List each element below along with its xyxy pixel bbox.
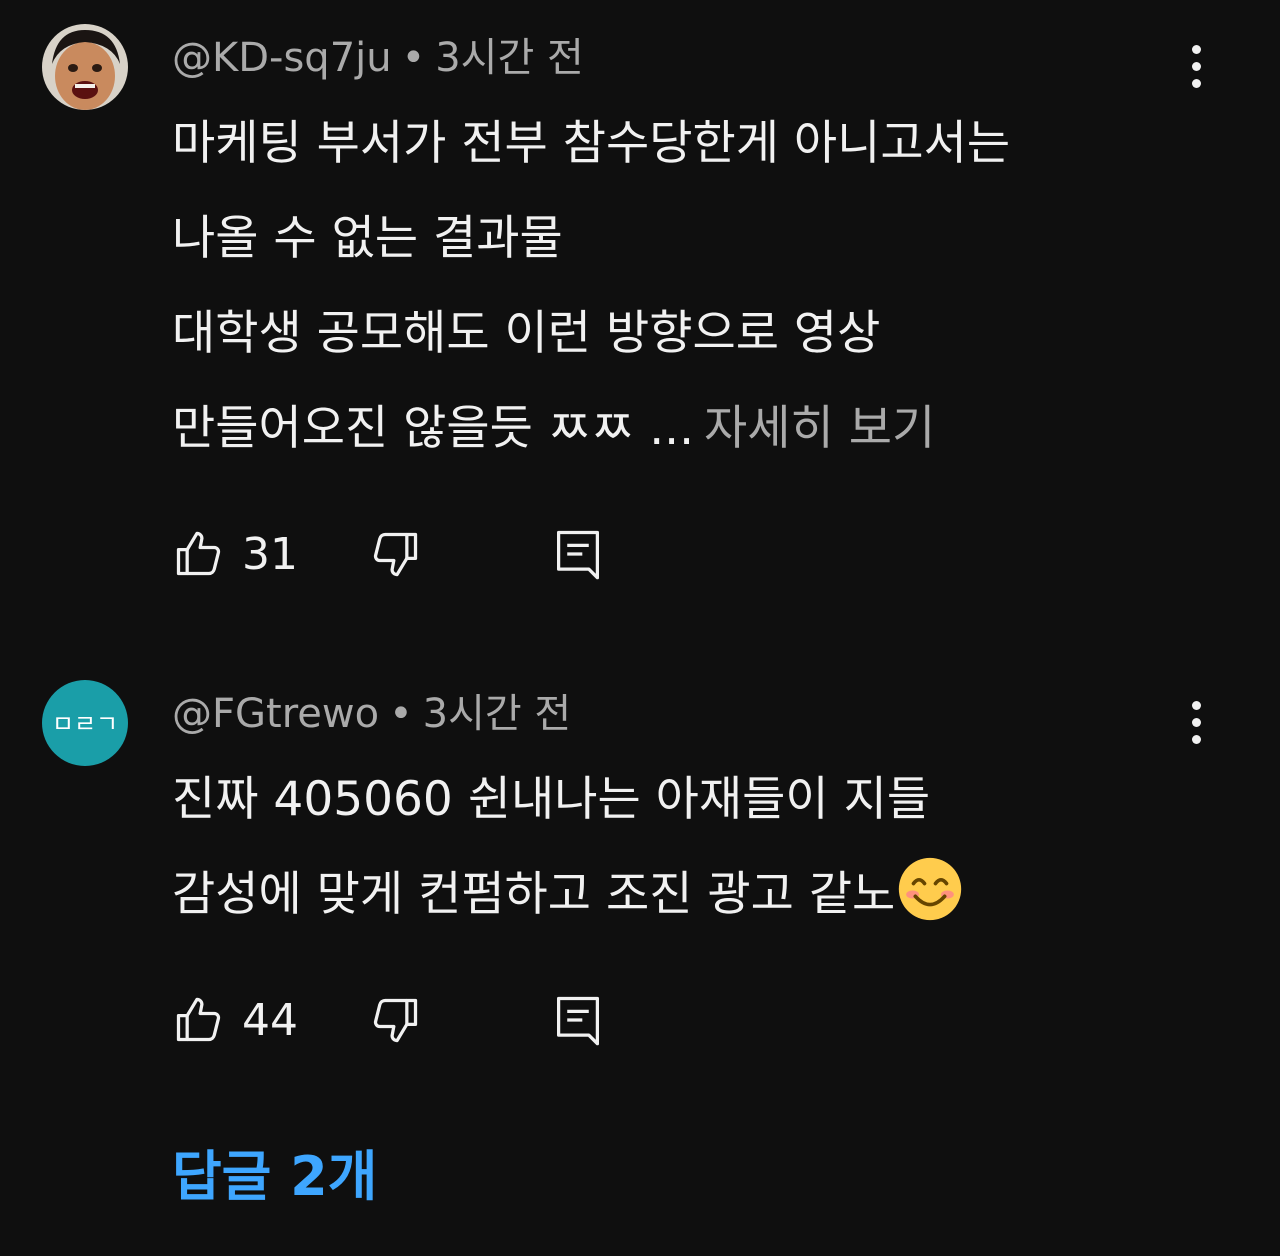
dislike-button[interactable] [370, 524, 422, 584]
comment-actions: 44 [172, 990, 632, 1050]
comment-time: 3시간 전 [435, 35, 584, 81]
comment-line: 감성에 맞게 컨펌하고 조진 광고 같노 [172, 867, 896, 922]
author-handle[interactable]: @KD-sq7ju [172, 35, 392, 81]
comment-actions: 31 [172, 524, 632, 584]
like-button[interactable]: 31 [172, 524, 298, 584]
reply-button[interactable] [552, 990, 604, 1050]
meta-separator: • [401, 35, 426, 81]
thumbs-down-icon [373, 532, 418, 577]
comment-line: 마케팅 부서가 전부 참수당한게 아니고서는 [172, 116, 1011, 171]
reply-comment-icon [557, 530, 600, 580]
comment-line: 진짜 405060 쉰내나는 아재들이 지들 [172, 772, 931, 827]
avatar[interactable] [42, 24, 128, 110]
reply-comment-icon [557, 996, 600, 1046]
thumbs-down-icon [373, 998, 418, 1043]
author-handle[interactable]: @FGtrewo [172, 691, 379, 737]
like-button[interactable]: 44 [172, 990, 298, 1050]
view-replies-button[interactable]: 답글 2개 [172, 1142, 377, 1212]
thumbs-up-icon [176, 997, 221, 1042]
dislike-button[interactable] [370, 990, 422, 1050]
read-more-link[interactable]: 자세히 보기 [704, 401, 935, 456]
comment-meta: @KD-sq7ju • 3시간 전 [172, 30, 584, 86]
more-actions-icon[interactable] [1172, 690, 1220, 754]
text-avatar: ㅁㄹㄱ [42, 680, 128, 766]
comment-line: 나올 수 없는 결과물 [172, 211, 563, 266]
comment-line: 만들어오진 않을듯 ㅉㅉ ... [172, 401, 695, 456]
comment-text: 마케팅 부서가 전부 참수당한게 아니고서는 나올 수 없는 결과물 대학생 공… [172, 96, 1172, 476]
thumbs-up-icon [176, 531, 221, 576]
like-count: 31 [242, 528, 298, 580]
like-count: 44 [242, 994, 298, 1046]
person-photo-avatar [42, 24, 128, 110]
avatar-initials: ㅁㄹㄱ [52, 710, 118, 738]
reply-button[interactable] [552, 524, 604, 584]
comment-line-last: 감성에 맞게 컨펌하고 조진 광고 같노 [172, 847, 1172, 942]
smiling-face-emoji [899, 857, 962, 921]
comment-text: 진짜 405060 쉰내나는 아재들이 지들 감성에 맞게 컨펌하고 조진 광고… [172, 752, 1172, 942]
comment-line-last: 만들어오진 않을듯 ㅉㅉ ... 자세히 보기 [172, 381, 1172, 476]
comment-line: 대학생 공모해도 이런 방향으로 영상 [172, 306, 881, 361]
avatar[interactable]: ㅁㄹㄱ [42, 680, 128, 766]
comment-time: 3시간 전 [422, 691, 572, 737]
meta-separator: • [389, 691, 413, 737]
more-actions-icon[interactable] [1172, 34, 1220, 98]
comment-meta: @FGtrewo • 3시간 전 [172, 686, 571, 742]
